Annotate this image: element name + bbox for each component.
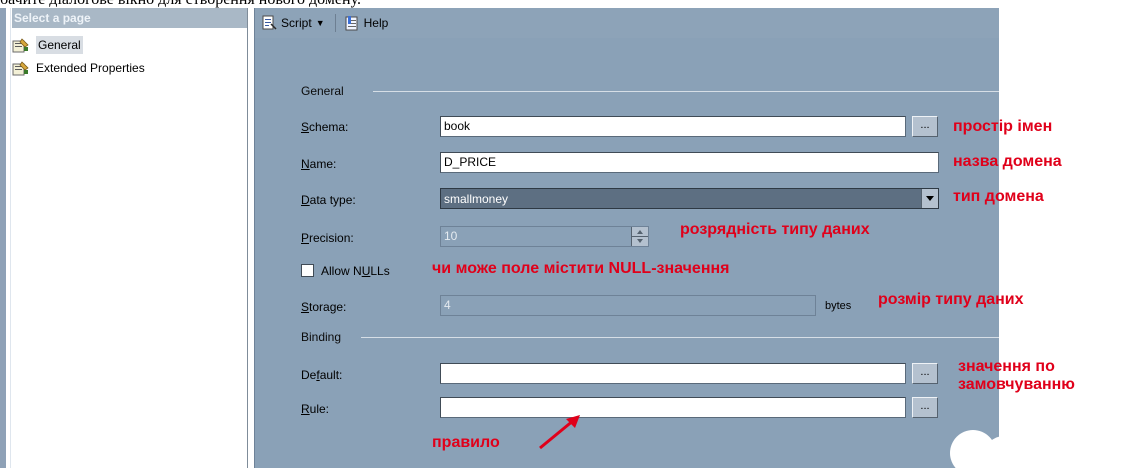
properties-panel: Script ▼ Help General Schema: book ... N… <box>254 8 999 468</box>
precision-label: Precision: <box>301 231 354 245</box>
annotation-schema: простір імен <box>953 118 1053 135</box>
precision-stepper[interactable]: 10 <box>440 226 649 247</box>
name-input[interactable]: D_PRICE <box>440 152 939 173</box>
annotation-rule: правило <box>432 434 500 451</box>
page-selector-header: Select a page <box>12 8 247 28</box>
page-item-extended-properties[interactable]: Extended Properties <box>12 59 145 77</box>
toolbar: Script ▼ Help <box>255 8 999 38</box>
rule-browse-button[interactable]: ... <box>912 397 938 418</box>
page-item-general[interactable]: General <box>12 36 83 54</box>
storage-value: 4 <box>440 295 816 316</box>
help-button[interactable]: Help <box>344 13 389 33</box>
storage-label: Storage: <box>301 300 347 314</box>
annotation-allow-nulls: чи може поле містити NULL-значення <box>432 260 730 277</box>
annotation-arrow-icon <box>539 415 580 450</box>
chevron-down-icon: ▼ <box>315 18 325 28</box>
help-icon <box>345 16 358 31</box>
page-selector-pane: Select a page General Extended Propertie… <box>0 8 248 468</box>
properties-page-icon <box>12 60 30 76</box>
annotation-default: значення по замовчуванню <box>958 358 1075 393</box>
script-icon <box>262 15 277 30</box>
stepper-buttons[interactable] <box>631 227 648 246</box>
help-button-label: Help <box>363 16 389 30</box>
pane-divider-line <box>10 8 11 468</box>
storage-unit: bytes <box>825 300 852 312</box>
schema-label: Schema: <box>301 120 349 134</box>
rule-label: Rule: <box>301 402 330 416</box>
toolbar-separator <box>334 14 336 32</box>
chevron-down-icon[interactable] <box>921 189 938 208</box>
allow-nulls-checkbox[interactable] <box>301 264 314 277</box>
annotation-storage: розмір типу даних <box>878 291 1024 308</box>
annotation-name: назва домена <box>953 153 1062 170</box>
schema-input[interactable]: book <box>440 116 906 137</box>
group-divider <box>373 91 999 92</box>
group-divider <box>361 337 999 338</box>
properties-page-icon <box>12 37 30 53</box>
data-type-value: smallmoney <box>444 191 509 206</box>
group-title-general: General <box>301 84 344 98</box>
data-type-label: Data type: <box>301 193 356 207</box>
name-label: Name: <box>301 157 337 171</box>
corner-artifact <box>984 436 1024 476</box>
default-input[interactable] <box>440 363 906 384</box>
page-item-label: General <box>36 36 83 54</box>
page-item-label: Extended Properties <box>36 61 145 75</box>
annotation-data-type: тип домена <box>953 188 1044 205</box>
allow-nulls-label: Allow NULLs <box>321 264 390 278</box>
schema-browse-button[interactable]: ... <box>912 116 938 137</box>
rule-input[interactable] <box>440 397 906 418</box>
group-title-binding: Binding <box>301 330 342 344</box>
data-type-select[interactable]: smallmoney <box>440 188 939 209</box>
default-browse-button[interactable]: ... <box>912 363 938 384</box>
script-button-label: Script <box>281 16 312 30</box>
script-button[interactable]: Script ▼ <box>261 13 325 33</box>
precision-value: 10 <box>444 229 458 243</box>
annotation-precision: розрядність типу даних <box>680 221 870 238</box>
default-label: Default: <box>301 368 343 382</box>
